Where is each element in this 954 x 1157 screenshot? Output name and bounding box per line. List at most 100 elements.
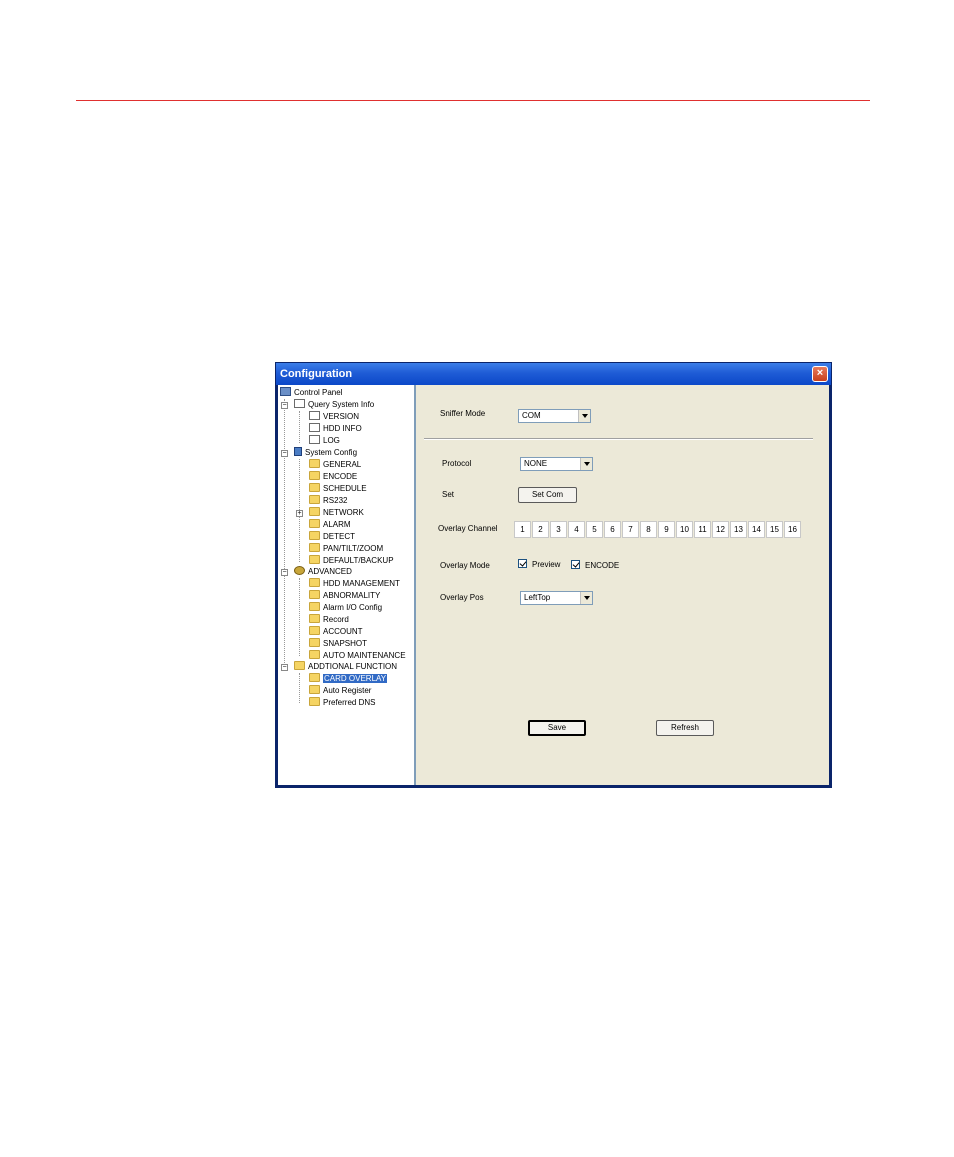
folder-icon <box>309 626 320 636</box>
tree-line <box>299 578 300 656</box>
collapse-icon[interactable]: − <box>281 402 288 409</box>
tree-item-encode[interactable]: ENCODE <box>309 471 357 483</box>
channel-11[interactable]: 11 <box>694 521 711 538</box>
tree-item-general[interactable]: GENERAL <box>309 459 361 471</box>
folder-open-icon <box>294 661 305 671</box>
collapse-icon[interactable]: − <box>281 569 288 576</box>
tree-item-pan-tilt-zoom[interactable]: PAN/TILT/ZOOM <box>309 543 383 555</box>
tree-item-query-system-info[interactable]: Query System Info <box>294 399 374 411</box>
channel-8[interactable]: 8 <box>640 521 657 538</box>
overlay-mode-label: Overlay Mode <box>440 561 490 570</box>
folder-icon <box>309 697 320 707</box>
channel-7[interactable]: 7 <box>622 521 639 538</box>
document-edit-icon <box>309 435 320 445</box>
tree-item-abnormality[interactable]: ABNORMALITY <box>309 590 380 602</box>
tree-item-control-panel[interactable]: Control Panel <box>280 387 342 399</box>
preview-checkbox[interactable] <box>518 559 527 568</box>
tree-item-rs232[interactable]: RS232 <box>309 495 347 507</box>
tree-line <box>299 673 300 703</box>
channel-9[interactable]: 9 <box>658 521 675 538</box>
tree-item-advanced[interactable]: ADVANCED <box>294 566 352 578</box>
channel-3[interactable]: 3 <box>550 521 567 538</box>
chevron-down-icon[interactable] <box>580 592 592 604</box>
folder-icon <box>309 519 320 529</box>
folder-icon <box>309 602 320 612</box>
chevron-down-icon[interactable] <box>580 458 592 470</box>
tree-item-account[interactable]: ACCOUNT <box>309 626 363 638</box>
tree-item-hdd-management[interactable]: HDD MANAGEMENT <box>309 578 400 590</box>
encode-label: ENCODE <box>585 561 620 570</box>
channel-16[interactable]: 16 <box>784 521 801 538</box>
set-label: Set <box>442 490 455 499</box>
folder-icon <box>309 578 320 588</box>
tree-item-preferred-dns[interactable]: Preferred DNS <box>309 697 375 709</box>
tree-item-snapshot[interactable]: SNAPSHOT <box>309 638 367 650</box>
tree-item-schedule[interactable]: SCHEDULE <box>309 483 367 495</box>
channel-15[interactable]: 15 <box>766 521 783 538</box>
tree-item-version[interactable]: VERSION <box>309 411 359 423</box>
configuration-window: Configuration × Control Panel − Query Sy… <box>275 362 832 788</box>
close-icon[interactable]: × <box>812 366 828 382</box>
folder-icon <box>309 590 320 600</box>
set-com-button[interactable]: Set Com <box>518 487 577 503</box>
tree-item-log[interactable]: LOG <box>309 435 340 447</box>
tree-item-record[interactable]: Record <box>309 614 349 626</box>
tools-icon <box>294 447 302 457</box>
gear-icon <box>294 566 305 576</box>
folder-icon <box>309 543 320 553</box>
tree-item-auto-register[interactable]: Auto Register <box>309 685 371 697</box>
channel-1[interactable]: 1 <box>514 521 531 538</box>
tree-item-card-overlay[interactable]: CARD OVERLAY <box>309 673 388 685</box>
folder-icon <box>309 531 320 541</box>
tree-line <box>284 399 285 671</box>
channel-5[interactable]: 5 <box>586 521 603 538</box>
separator <box>424 438 813 440</box>
folder-icon <box>309 495 320 505</box>
collapse-icon[interactable]: − <box>281 664 288 671</box>
sniffer-mode-select[interactable]: COM <box>518 409 591 423</box>
channel-10[interactable]: 10 <box>676 521 693 538</box>
document-edit-icon <box>309 411 320 421</box>
config-tree[interactable]: Control Panel − Query System Info VERSIO… <box>278 385 416 785</box>
window-client: Control Panel − Query System Info VERSIO… <box>278 385 829 785</box>
tree-item-additional-function[interactable]: ADDTIONAL FUNCTION <box>294 661 397 673</box>
document-edit-icon <box>294 399 305 409</box>
card-overlay-panel: Sniffer Mode COM Protocol NONE Set Set C… <box>416 385 829 785</box>
header-rule <box>76 100 870 101</box>
expand-icon[interactable]: + <box>296 510 303 517</box>
tree-item-alarm[interactable]: ALARM <box>309 519 351 531</box>
channel-2[interactable]: 2 <box>532 521 549 538</box>
folder-icon <box>309 650 320 660</box>
tree-item-hdd-info[interactable]: HDD INFO <box>309 423 362 435</box>
channel-6[interactable]: 6 <box>604 521 621 538</box>
channel-13[interactable]: 13 <box>730 521 747 538</box>
tree-line <box>299 411 300 443</box>
tree-item-system-config[interactable]: System Config <box>294 447 357 459</box>
tree-item-network[interactable]: NETWORK <box>309 507 364 519</box>
folder-icon <box>309 555 320 565</box>
channel-4[interactable]: 4 <box>568 521 585 538</box>
folder-icon <box>309 483 320 493</box>
computer-icon <box>280 387 291 397</box>
chevron-down-icon[interactable] <box>578 410 590 422</box>
sniffer-mode-label: Sniffer Mode <box>440 409 486 418</box>
channel-12[interactable]: 12 <box>712 521 729 538</box>
folder-icon <box>309 638 320 648</box>
folder-icon <box>309 459 320 469</box>
encode-checkbox[interactable] <box>571 560 580 569</box>
folder-icon <box>309 685 320 695</box>
tree-item-alarm-io-config[interactable]: Alarm I/O Config <box>309 602 382 614</box>
overlay-channel-label: Overlay Channel <box>438 524 498 533</box>
collapse-icon[interactable]: − <box>281 450 288 457</box>
protocol-select[interactable]: NONE <box>520 457 593 471</box>
folder-icon <box>309 471 320 481</box>
tree-item-detect[interactable]: DETECT <box>309 531 355 543</box>
overlay-pos-select[interactable]: LeftTop <box>520 591 593 605</box>
folder-icon <box>309 507 320 517</box>
save-button[interactable]: Save <box>528 720 586 736</box>
channel-14[interactable]: 14 <box>748 521 765 538</box>
folder-icon <box>309 614 320 624</box>
folder-icon <box>309 673 320 683</box>
title-bar[interactable]: Configuration × <box>276 363 831 385</box>
refresh-button[interactable]: Refresh <box>656 720 714 736</box>
